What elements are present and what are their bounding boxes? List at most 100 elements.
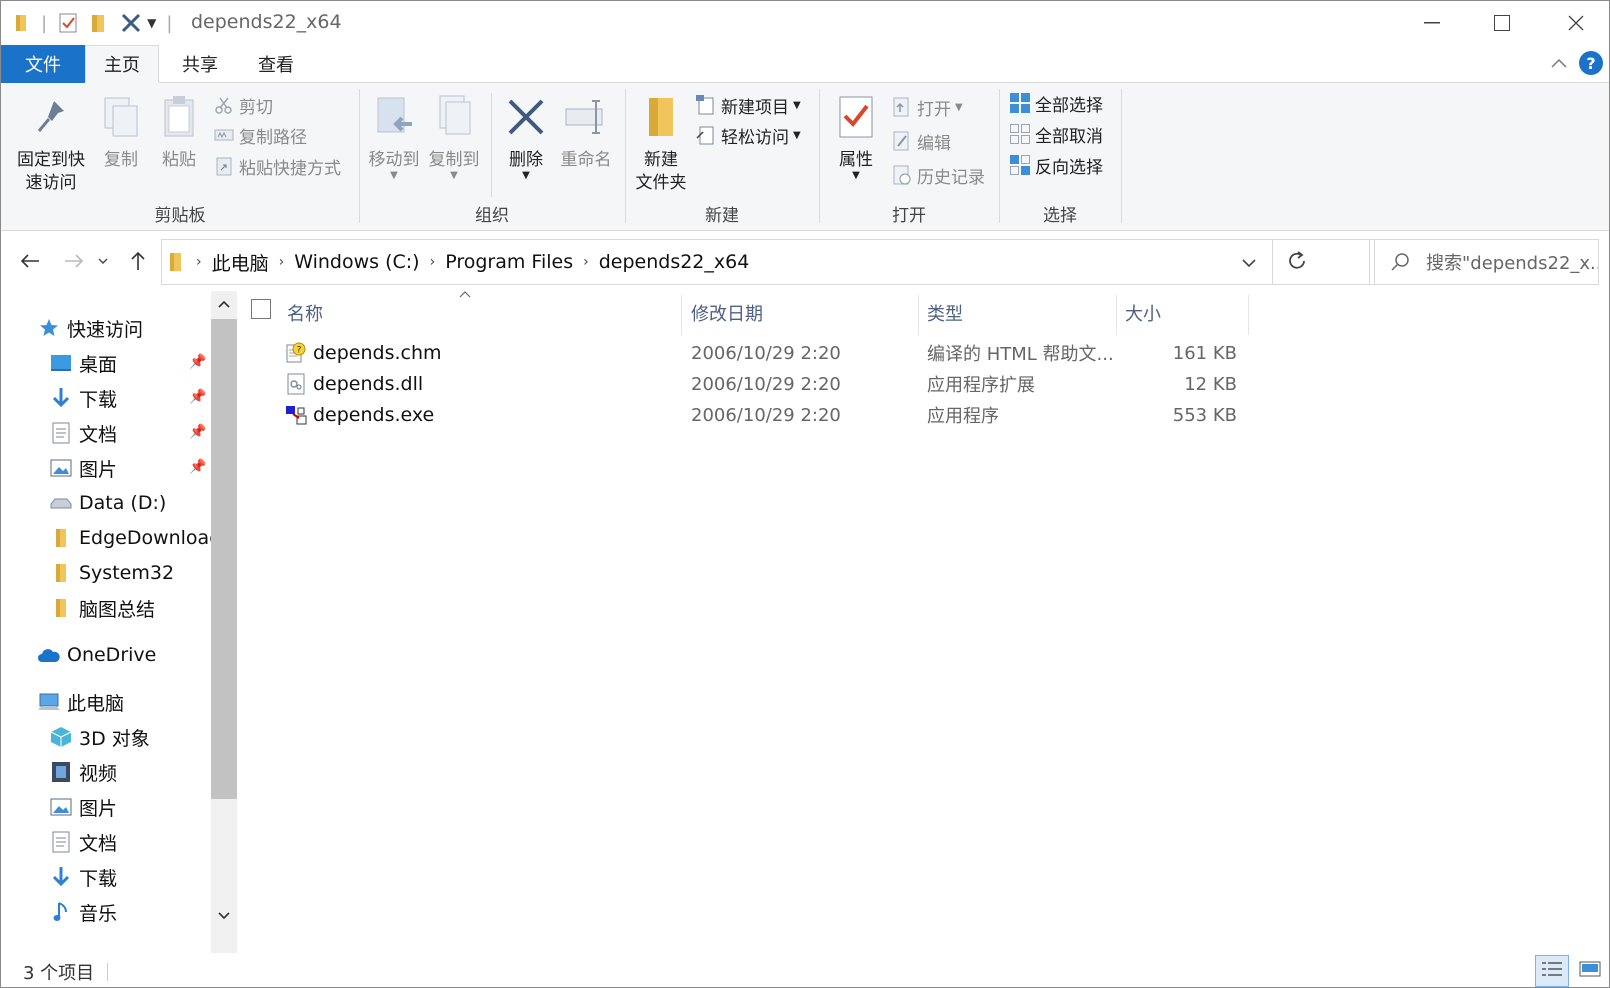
minimize-button[interactable] [1397,1,1467,45]
title-bar: | ▼ | depends22_x64 [1,1,1609,45]
paste-button[interactable]: 粘贴 [155,91,203,172]
music-icon [49,900,73,924]
dropdown-caret-icon: ▼ [793,99,801,111]
select-all-checkbox[interactable] [251,299,271,319]
file-name-cell: depends.exe [285,399,434,431]
nav-item-system32[interactable]: System32 [49,556,174,590]
select-all-button[interactable]: 全部选择 [1009,89,1103,117]
customize-qat-icon[interactable]: ▼ [147,16,156,30]
pin-icon[interactable]: 📌 [189,424,206,440]
column-divider[interactable] [1248,295,1249,335]
nav-item-mindmap[interactable]: 脑图总结 [49,591,155,625]
forward-button[interactable] [59,246,89,276]
column-divider[interactable] [918,295,919,335]
invert-selection-button[interactable]: 反向选择 [1009,151,1103,179]
new-item-button[interactable]: 新建项目 ▼ [695,91,801,119]
file-row[interactable]: ? depends.chm 2006/10/29 2:20 编译的 HTML 帮… [237,337,1609,369]
tab-home[interactable]: 主页 [85,45,159,83]
copy-path-button[interactable]: 复制路径 [213,121,307,149]
tab-share[interactable]: 共享 [163,45,237,83]
rename-button[interactable]: 重命名 [557,91,615,172]
file-type: 应用程序 [927,406,999,427]
file-row[interactable]: depends.exe 2006/10/29 2:20 应用程序 553 KB [237,399,1609,431]
delete-button[interactable]: 删除 ▼ [501,91,551,181]
breadcrumb-current-folder[interactable]: depends22_x64 [599,251,750,273]
navigation-pane: 快速访问 桌面 📌 下载 📌 文档 📌 图片 📌 Data (D:) EdgeD… [1,291,237,953]
scroll-up-icon[interactable] [211,291,237,317]
properties-button[interactable]: 属性 ▼ [831,91,881,181]
column-divider[interactable] [1116,295,1117,335]
edit-button[interactable]: 编辑 [891,127,951,155]
nav-item-documents[interactable]: 文档 [49,416,117,450]
close-button[interactable] [1541,1,1609,45]
nav-item-data-drive[interactable]: Data (D:) [49,486,166,520]
breadcrumb-program-files[interactable]: Program Files [445,251,573,273]
tab-file[interactable]: 文件 [1,45,85,83]
breadcrumb-drive-c[interactable]: Windows (C:) [294,251,419,273]
address-bar[interactable]: › 此电脑 › Windows (C:) › Program Files › d… [161,239,1375,285]
breadcrumb-chevron-icon[interactable]: › [430,254,436,270]
nav-item-3d-objects[interactable]: 3D 对象 [49,720,150,754]
back-button[interactable] [15,246,45,276]
delete-icon[interactable] [119,11,143,35]
cut-button[interactable]: 剪切 [213,91,273,119]
column-header-date[interactable]: 修改日期 [691,291,763,335]
new-folder-icon [639,91,683,143]
nav-item-downloads[interactable]: 下载 [49,381,117,415]
tab-view[interactable]: 查看 [239,45,313,83]
up-button[interactable] [123,246,153,276]
breadcrumb-chevron-icon[interactable]: › [196,254,202,270]
pin-icon[interactable]: 📌 [189,459,206,475]
nav-quick-access[interactable]: 快速访问 [37,311,143,345]
breadcrumb-this-pc[interactable]: 此电脑 [212,249,269,276]
paste-shortcut-button[interactable]: 粘贴快捷方式 [213,152,341,180]
column-header-type[interactable]: 类型 [927,291,963,335]
address-dropdown-icon[interactable] [1242,252,1256,273]
file-row[interactable]: depends.dll 2006/10/29 2:20 应用程序扩展 12 KB [237,368,1609,400]
nav-onedrive[interactable]: OneDrive [37,638,156,672]
search-box[interactable]: 搜索"depends22_x... [1369,239,1599,285]
help-icon[interactable]: ? [1579,51,1603,75]
column-header-size[interactable]: 大小 [1125,291,1161,335]
history-button[interactable]: 历史记录 [891,161,985,189]
refresh-icon[interactable] [1286,250,1308,277]
nav-item-pictures[interactable]: 图片 [49,451,117,485]
nav-item-videos[interactable]: 视频 [49,755,117,789]
easy-access-button[interactable]: 轻松访问 ▼ [695,121,801,149]
details-view-button[interactable] [1535,955,1569,987]
nav-item-music[interactable]: 音乐 [49,895,117,929]
address-divider [1272,240,1273,284]
column-divider[interactable] [681,295,682,335]
scroll-down-icon[interactable] [211,903,237,929]
nav-scrollbar-thumb[interactable] [211,319,237,799]
new-folder-icon[interactable] [87,12,109,34]
copy-to-button[interactable]: 复制到 ▼ [425,91,483,181]
move-to-button[interactable]: 移动到 ▼ [365,91,423,181]
nav-this-pc[interactable]: 此电脑 [37,685,124,719]
computer-icon [37,690,61,714]
copy-button[interactable]: 复制 [97,91,145,172]
nav-item-edgedownload[interactable]: EdgeDownload [49,521,221,555]
column-header-name[interactable]: 名称 [287,291,323,335]
qat-separator: | [166,12,173,34]
nav-item-pictures-pc[interactable]: 图片 [49,790,117,824]
open-button[interactable]: 打开 ▼ [891,93,963,121]
copy-to-label: 复制到 [428,150,480,170]
select-none-button[interactable]: 全部取消 [1009,120,1103,148]
pin-icon[interactable]: 📌 [189,389,206,405]
download-icon [49,865,73,889]
maximize-button[interactable] [1467,1,1537,45]
large-icons-view-button[interactable] [1573,955,1607,987]
collapse-ribbon-icon[interactable] [1547,51,1571,75]
pin-icon[interactable]: 📌 [189,354,206,370]
breadcrumb-chevron-icon[interactable]: › [583,254,589,270]
properties-icon[interactable] [57,12,79,34]
pin-to-quick-access-button[interactable]: 固定到快 速访问 [11,91,91,195]
nav-item-desktop[interactable]: 桌面 [49,346,117,380]
breadcrumb-chevron-icon[interactable]: › [279,254,285,270]
nav-item-downloads-pc[interactable]: 下载 [49,860,117,894]
nav-item-documents-pc[interactable]: 文档 [49,825,117,859]
new-folder-button[interactable]: 新建 文件夹 [631,91,691,195]
recent-locations-button[interactable] [93,246,113,276]
file-name-cell: ? depends.chm [285,337,442,369]
